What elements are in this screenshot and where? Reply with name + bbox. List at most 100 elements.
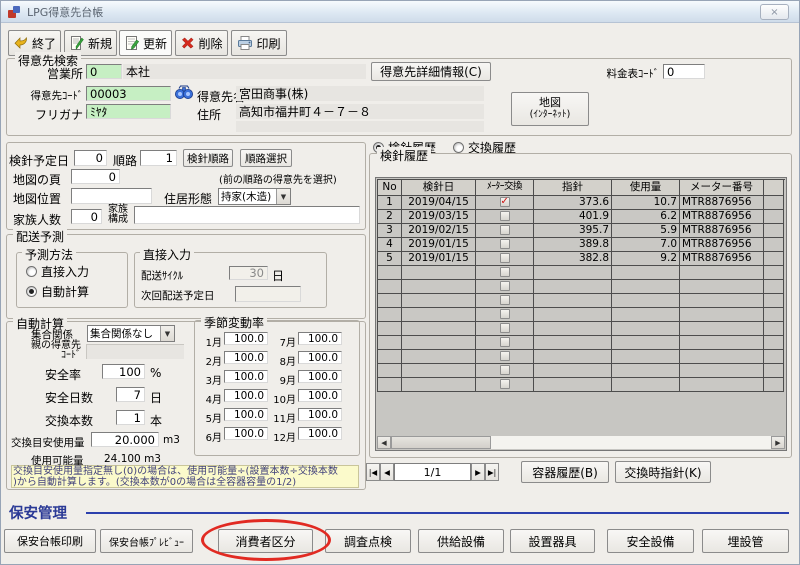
month-rate-field[interactable]: 100.0	[224, 389, 268, 402]
target-usage-field[interactable]: 20.000	[91, 432, 159, 447]
month-rate-field[interactable]: 100.0	[224, 351, 268, 364]
cell-reading: 389.8	[534, 238, 612, 252]
safety-days-field[interactable]: 7	[116, 387, 145, 402]
print-button[interactable]: 印刷	[231, 30, 287, 56]
month-rate-field[interactable]: 100.0	[224, 408, 268, 421]
cell-reading: 382.8	[534, 252, 612, 266]
pager-prev-button[interactable]: ◀	[380, 463, 394, 481]
month-rate-field[interactable]: 100.0	[224, 370, 268, 383]
meter-exchange-checkbox[interactable]	[499, 323, 510, 333]
map-position-field[interactable]	[71, 188, 152, 204]
scrollbar-track[interactable]	[491, 436, 771, 449]
meter-exchange-checkbox[interactable]	[499, 225, 510, 235]
cell-usage: 9.2	[612, 252, 680, 266]
office-code-field[interactable]: 0	[86, 64, 122, 79]
month-rate-field[interactable]: 100.0	[298, 332, 342, 345]
month-rate-field[interactable]: 100.0	[298, 427, 342, 440]
container-history-button[interactable]: 容器履歴(B)	[521, 461, 609, 483]
table-row-empty[interactable]	[378, 322, 785, 336]
relation-value: 集合関係なし	[90, 328, 153, 340]
radio-circle	[26, 286, 37, 297]
table-row[interactable]: 2 2019/03/15 401.9 6.2 MTR8876956	[378, 210, 785, 224]
meter-history-table[interactable]: No 検針日 ﾒｰﾀｰ交換 指針 使用量 メーター番号 1 2019/04/15…	[375, 177, 787, 451]
month-rate-field[interactable]: 100.0	[224, 427, 268, 440]
scroll-right-icon[interactable]: ▶	[771, 436, 785, 449]
titlebar: LPG得意先台帳 ×	[1, 1, 799, 23]
meter-exchange-checkbox[interactable]	[499, 351, 510, 361]
exchange-reading-button[interactable]: 交換時指針(K)	[615, 461, 711, 483]
month-rate-field[interactable]: 100.0	[298, 389, 342, 402]
cell-no: 1	[378, 196, 402, 210]
meter-exchange-checkbox[interactable]	[499, 239, 510, 249]
table-row[interactable]: 5 2019/01/15 382.8 9.2 MTR8876956	[378, 252, 785, 266]
route-select-button[interactable]: 順路選択	[240, 149, 292, 167]
month-rate-field[interactable]: 100.0	[298, 408, 342, 421]
update-button[interactable]: 更新	[119, 30, 172, 56]
customer-name-display: 宮田商事(株)	[236, 86, 484, 101]
chevron-down-icon[interactable]: ▼	[276, 189, 290, 204]
housing-type-select[interactable]: 持家(木造) ▼	[218, 188, 291, 205]
meter-exchange-checkbox[interactable]	[499, 309, 510, 319]
customer-code-field[interactable]: 00003	[86, 86, 171, 101]
supply-equipment-button[interactable]: 供給設備	[418, 529, 504, 553]
meter-exchange-checkbox[interactable]	[499, 211, 510, 221]
month-rate-field[interactable]: 100.0	[298, 351, 342, 364]
table-row[interactable]: 4 2019/01/15 389.8 7.0 MTR8876956	[378, 238, 785, 252]
table-row-empty[interactable]	[378, 336, 785, 350]
month-rate-field[interactable]: 100.0	[224, 332, 268, 345]
delete-button[interactable]: 削除	[175, 30, 228, 56]
map-page-field[interactable]: 0	[71, 169, 120, 184]
survey-inspection-button[interactable]: 調査点検	[325, 529, 411, 553]
month-rate-field[interactable]: 100.0	[298, 370, 342, 383]
meter-exchange-checkbox[interactable]	[499, 267, 510, 277]
safety-ledger-print-button[interactable]: 保安台帳印刷	[4, 529, 96, 553]
table-row-empty[interactable]	[378, 364, 785, 378]
table-row[interactable]: 3 2019/02/15 395.7 5.9 MTR8876956	[378, 224, 785, 238]
family-comp-field[interactable]	[134, 206, 360, 224]
meter-exchange-checkbox[interactable]	[499, 281, 510, 291]
close-button[interactable]: ×	[760, 4, 789, 20]
price-table-code-field[interactable]: 0	[663, 64, 705, 79]
meter-exchange-checkbox[interactable]: ✓	[499, 197, 510, 207]
meter-exchange-checkbox[interactable]	[499, 379, 510, 389]
table-row-empty[interactable]	[378, 308, 785, 322]
horizontal-scrollbar[interactable]: ◀ ▶	[377, 436, 785, 449]
buried-pipe-button[interactable]: 埋設管	[702, 529, 789, 553]
meter-exchange-checkbox[interactable]	[499, 295, 510, 305]
installed-appliance-button[interactable]: 設置器具	[510, 529, 595, 553]
map-internet-button[interactable]: 地図 (ｲﾝﾀｰﾈｯﾄ)	[511, 92, 589, 126]
meter-exchange-checkbox[interactable]	[499, 337, 510, 347]
lpg-customer-ledger-window: LPG得意先台帳 × 終了 新規 更新 削除 印刷 得意先検索 営業所 0 本社…	[0, 0, 800, 565]
table-row-empty[interactable]	[378, 378, 785, 392]
customer-detail-button[interactable]: 得意先詳細情報(C)	[371, 62, 491, 81]
pager-last-button[interactable]: ▶|	[485, 463, 499, 481]
radio-auto-calc[interactable]: 自動計算	[26, 283, 89, 300]
safety-rate-field[interactable]: 100	[102, 364, 145, 379]
radio-direct-input[interactable]: 直接入力	[26, 263, 89, 280]
kana-field[interactable]: ﾐﾔﾀ	[86, 104, 171, 119]
meter-exchange-checkbox[interactable]	[499, 365, 510, 375]
cylinder-count-field[interactable]: 1	[116, 410, 145, 425]
plan-date-field[interactable]: 0	[74, 150, 107, 166]
family-count-field[interactable]: 0	[71, 209, 102, 224]
table-row[interactable]: 1 2019/04/15 ✓ 373.6 10.7 MTR8876956	[378, 196, 785, 210]
direct-input-title: 直接入力	[140, 246, 195, 263]
scrollbar-thumb[interactable]	[391, 436, 491, 449]
binoculars-search-icon[interactable]	[174, 84, 194, 100]
table-row-empty[interactable]	[378, 266, 785, 280]
pager-next-button[interactable]: ▶	[471, 463, 485, 481]
table-row-empty[interactable]	[378, 294, 785, 308]
relation-select[interactable]: 集合関係なし ▼	[87, 325, 175, 342]
table-row-empty[interactable]	[378, 280, 785, 294]
meter-exchange-checkbox[interactable]	[499, 253, 510, 263]
safety-equipment-button[interactable]: 安全設備	[607, 529, 694, 553]
safety-ledger-preview-button[interactable]: 保安台帳ﾌﾟﾚﾋﾞｭｰ	[100, 529, 193, 553]
route-field[interactable]: 1	[140, 150, 177, 166]
delivery-cycle-label: 配送ｻｲｸﾙ	[141, 270, 183, 282]
scroll-left-icon[interactable]: ◀	[377, 436, 391, 449]
price-table-code-label: 料金表ｺｰﾄﾞ	[606, 68, 660, 80]
meter-route-button[interactable]: 検針順路	[183, 149, 233, 167]
pager-first-button[interactable]: |◀	[366, 463, 380, 481]
chevron-down-icon[interactable]: ▼	[160, 326, 174, 341]
table-row-empty[interactable]	[378, 350, 785, 364]
